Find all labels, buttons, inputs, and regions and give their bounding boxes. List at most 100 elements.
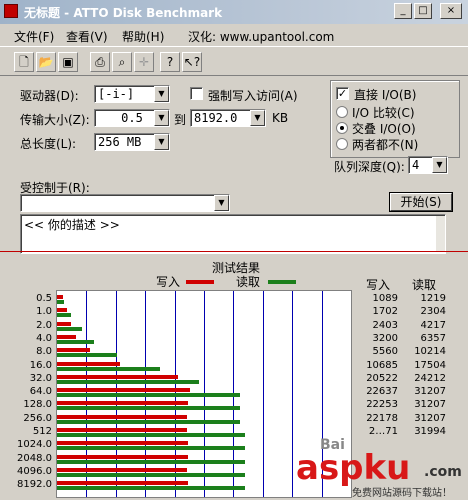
read-value-label: 31207: [414, 399, 446, 411]
read-value-label: 2304: [420, 306, 446, 318]
read-bar: [57, 379, 200, 384]
io-compare-label: I/O 比较(C): [352, 106, 415, 120]
write-bar: [57, 295, 64, 299]
write-bar: [57, 441, 188, 446]
to-label: 到: [174, 113, 187, 127]
write-value-label: 22178: [366, 412, 398, 424]
chevron-down-icon[interactable]: ▼: [250, 110, 265, 126]
write-bar: [57, 428, 188, 432]
write-bar: [57, 308, 67, 313]
divider-line: [0, 251, 468, 252]
legend-write-label: 写入: [156, 275, 181, 289]
read-value-label: 31207: [414, 386, 446, 398]
drive-label: 驱动器(D):: [20, 89, 79, 103]
y-tick-label: 8192.0: [17, 479, 52, 491]
read-bar: [57, 419, 241, 424]
minimize-button[interactable]: _: [394, 3, 412, 19]
y-tick-label: 8.0: [36, 346, 52, 358]
print-icon[interactable]: ⎙: [90, 52, 110, 72]
read-column-header: 读取: [412, 278, 437, 292]
y-tick-label: 64.0: [29, 386, 52, 398]
read-bar: [57, 366, 160, 371]
write-bar: [57, 334, 76, 339]
overlapped-io-radio[interactable]: [336, 122, 348, 134]
description-textbox[interactable]: << 你的描述 >>: [20, 214, 446, 254]
read-value-label: 10214: [414, 346, 446, 358]
chevron-down-icon[interactable]: ▼: [154, 86, 169, 102]
chevron-down-icon[interactable]: ▼: [432, 157, 447, 173]
help-icon[interactable]: ?: [160, 52, 180, 72]
direct-io-label: 直接 I/O(B): [354, 88, 417, 102]
move-icon[interactable]: ✛: [134, 52, 154, 72]
y-tick-label: 1.0: [36, 306, 52, 318]
menu-help[interactable]: 帮助(H): [122, 28, 164, 45]
write-value-label: 1089: [372, 293, 398, 304]
write-bar: [57, 414, 188, 419]
y-tick-label: 16.0: [29, 359, 52, 371]
read-bar: [57, 446, 246, 451]
read-bar: [57, 339, 95, 344]
read-value-label: 17504: [414, 359, 446, 371]
context-help-icon[interactable]: ↖?: [182, 52, 202, 72]
start-button[interactable]: 开始(S): [390, 193, 452, 211]
legend-read-swatch: [268, 280, 296, 284]
read-bar: [57, 472, 246, 477]
write-value-label: 5560: [372, 346, 398, 358]
chevron-down-icon[interactable]: ▼: [154, 134, 169, 150]
chevron-down-icon[interactable]: ▼: [154, 110, 169, 126]
app-icon: [4, 4, 18, 18]
open-folder-icon[interactable]: 📂: [36, 52, 56, 72]
legend-write-swatch: [186, 280, 214, 284]
direct-io-checkbox[interactable]: ✓: [336, 87, 349, 100]
y-tick-label: 128.0: [23, 399, 52, 411]
unit-label: KB: [272, 111, 289, 125]
read-bar: [57, 486, 246, 491]
grid-line: [263, 291, 264, 497]
io-compare-radio[interactable]: [336, 106, 348, 118]
new-file-icon[interactable]: 🗋: [14, 52, 34, 72]
read-bar: [57, 433, 246, 437]
watermark-caption: 免费网站源码下载站！: [352, 488, 452, 499]
force-write-label: 强制写入访问(A): [208, 89, 298, 103]
menu-translation[interactable]: 汉化: www.upantool.com: [188, 28, 334, 45]
write-value-label: 1702: [372, 306, 398, 318]
save-icon[interactable]: ▣: [58, 52, 78, 72]
scrollbar[interactable]: [436, 216, 445, 252]
write-bar: [57, 481, 188, 486]
write-value-label: 2403: [372, 319, 398, 331]
read-bar: [57, 313, 71, 318]
read-value-label: 1219: [420, 293, 446, 304]
write-bar: [57, 401, 188, 406]
write-value-label: 22637: [366, 386, 398, 398]
write-bar: [57, 361, 120, 366]
read-bar: [57, 393, 241, 398]
read-value-label: 4217: [420, 319, 446, 331]
write-bar: [57, 467, 188, 472]
read-bar: [57, 300, 65, 304]
queue-depth-label: 队列深度(Q):: [334, 160, 405, 174]
chevron-down-icon[interactable]: ▼: [214, 195, 229, 211]
read-value-label: 31207: [414, 412, 446, 424]
read-bar: [57, 326, 82, 331]
grid-line: [292, 291, 293, 497]
controlled-by-select[interactable]: [20, 194, 230, 212]
total-length-label: 总长度(L):: [20, 137, 77, 151]
y-tick-label: 4.0: [36, 332, 52, 344]
watermark-brand: aspku: [296, 448, 411, 488]
menu-file[interactable]: 文件(F): [14, 28, 54, 45]
print-preview-icon[interactable]: ⌕: [112, 52, 132, 72]
neither-radio[interactable]: [336, 138, 348, 150]
read-value-label: 24212: [414, 372, 446, 384]
y-tick-label: 4096.0: [17, 465, 52, 477]
menu-view[interactable]: 查看(V): [66, 28, 108, 45]
transfer-size-label: 传输大小(Z):: [20, 113, 90, 127]
read-value-label: 31994: [414, 426, 446, 437]
maximize-button[interactable]: □: [414, 3, 432, 19]
watermark-suffix: .com: [424, 464, 462, 480]
write-column-header: 写入: [366, 278, 391, 292]
write-bar: [57, 454, 188, 459]
force-write-checkbox[interactable]: [190, 87, 203, 100]
y-tick-label: 32.0: [29, 372, 52, 384]
y-tick-label: 2048.0: [17, 452, 52, 464]
close-button[interactable]: ×: [440, 3, 462, 19]
